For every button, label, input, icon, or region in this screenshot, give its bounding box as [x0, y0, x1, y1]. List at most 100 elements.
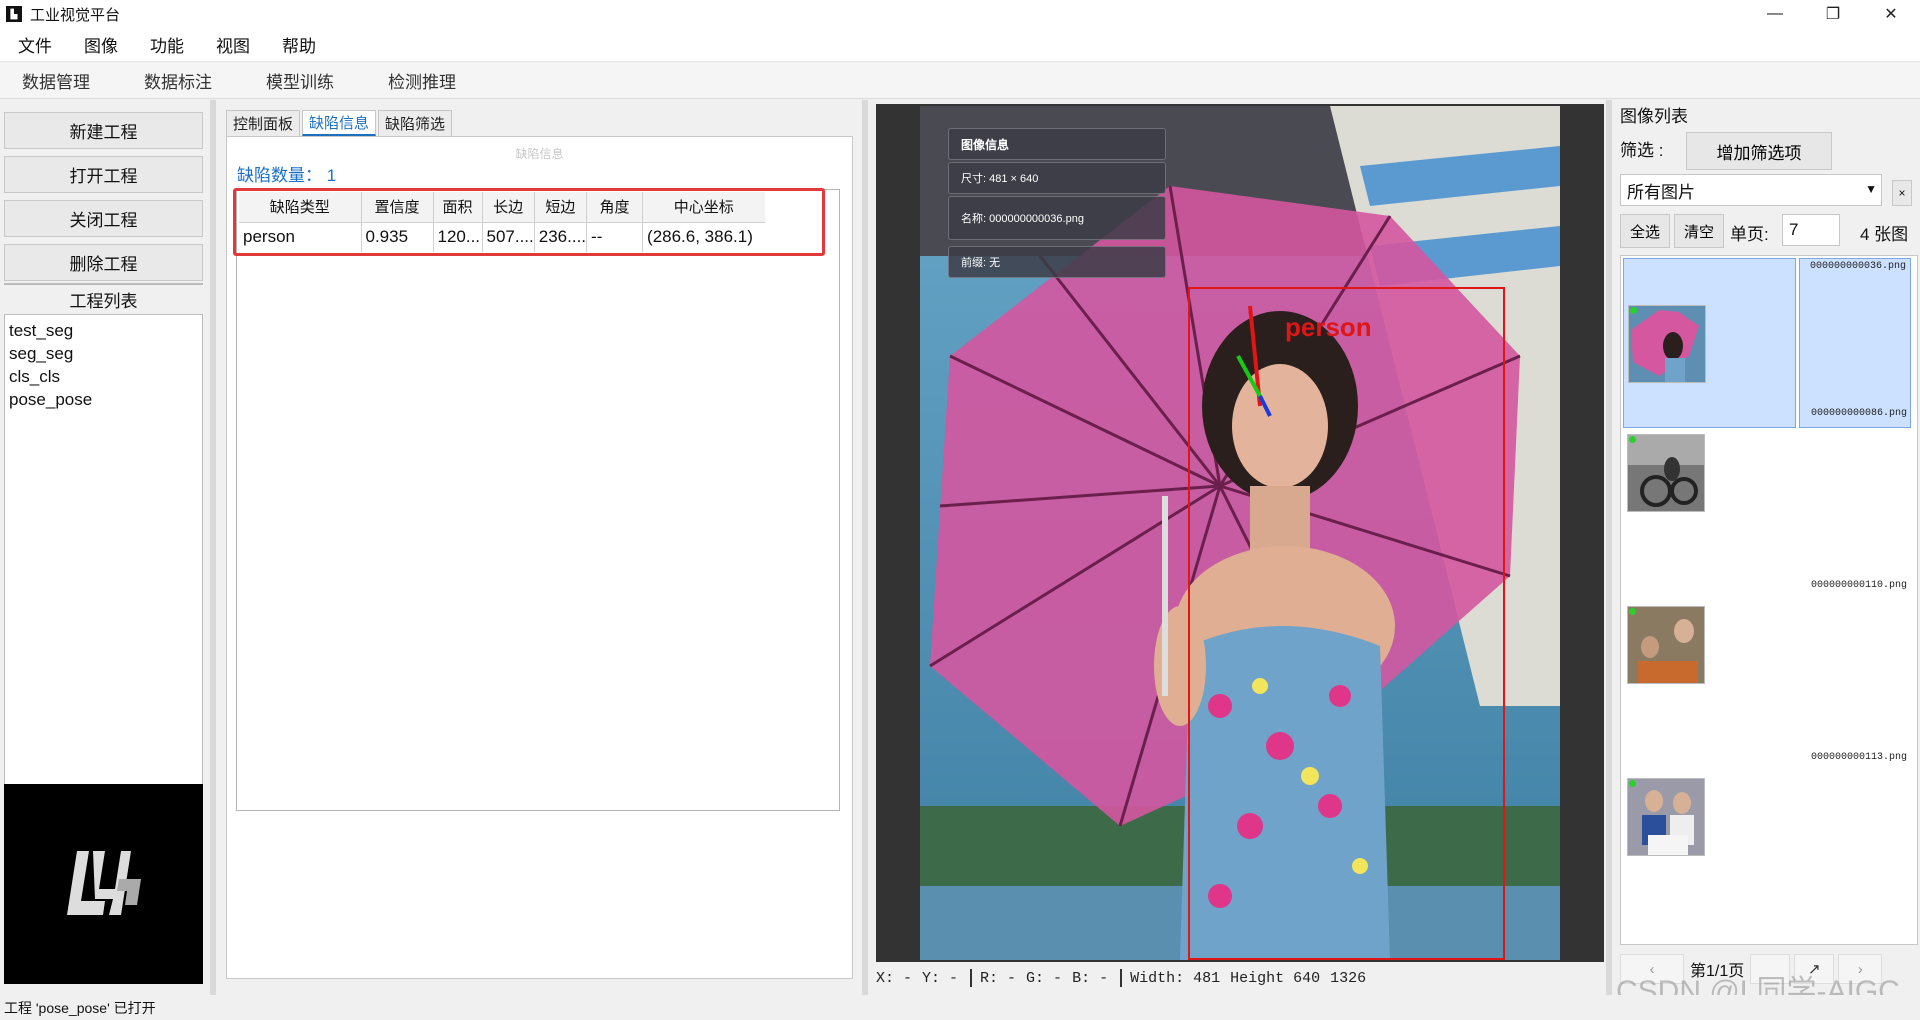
tab-model-training[interactable]: 模型训练 — [254, 68, 346, 93]
per-page-label: 单页: — [1730, 225, 1769, 244]
menu-function[interactable]: 功能 — [140, 32, 194, 57]
status-dot-icon — [1629, 436, 1636, 443]
list-item[interactable]: seg_seg — [9, 342, 198, 365]
maximize-button[interactable]: ❐ — [1804, 0, 1862, 28]
panel-tabs: 控制面板 缺陷信息 缺陷筛选 — [226, 110, 454, 136]
filter-label: 筛选 : — [1620, 141, 1664, 160]
tab-data-management[interactable]: 数据管理 — [10, 68, 102, 93]
group-caption: 缺陷信息 — [515, 147, 564, 161]
tab-detection-inference[interactable]: 检测推理 — [376, 68, 468, 93]
table-cell: 507.... — [482, 222, 535, 252]
per-page-input[interactable]: 7 — [1782, 214, 1840, 246]
image-size-info: 尺寸: 481 × 640 — [948, 162, 1166, 194]
thumbnail-image — [1627, 778, 1705, 856]
table-cell: 120... — [433, 222, 483, 252]
table-cell: person — [239, 222, 362, 252]
select-all-button[interactable]: 全选 — [1620, 214, 1670, 248]
defect-table[interactable]: 缺陷类型 置信度 面积 长边 短边 角度 中心坐标 person 0.935 1… — [239, 192, 765, 252]
thumbnail-filename: 000000000086.png — [1810, 408, 1907, 419]
left-splitter[interactable] — [210, 100, 216, 995]
app-logo — [4, 784, 203, 984]
column-header[interactable]: 角度 — [586, 192, 644, 223]
tab-control-panel[interactable]: 控制面板 — [226, 110, 301, 136]
column-header[interactable]: 短边 — [534, 192, 588, 223]
menu-view[interactable]: 视图 — [206, 32, 260, 57]
main-nav-tabs: 数据管理 数据标注 模型训练 检测推理 — [0, 63, 1920, 99]
image-list-panel: 图像列表 筛选 : 增加筛选项 所有图片 ▼ × 全选 清空 单页: 7 4 张… — [1612, 100, 1920, 995]
thumbnail-image — [1628, 305, 1706, 383]
column-header[interactable]: 中心坐标 — [642, 192, 765, 223]
cursor-x-readout: X: - — [876, 969, 913, 987]
new-project-button[interactable]: 新建工程 — [4, 112, 203, 149]
status-bar: 工程 'pose_pose' 已打开 — [0, 995, 1920, 1020]
image-width-readout: Width: 481 — [1130, 969, 1221, 987]
close-project-button[interactable]: 关闭工程 — [4, 200, 203, 237]
tab-defect-filter[interactable]: 缺陷筛选 — [378, 110, 453, 136]
filename-cell[interactable]: 000000000110.png — [1799, 578, 1911, 748]
filename-cell[interactable]: 000000000036.png — [1799, 258, 1911, 428]
menu-image[interactable]: 图像 — [74, 32, 128, 57]
status-dot-icon — [1629, 780, 1636, 787]
list-item[interactable]: cls_cls — [9, 365, 198, 388]
thumbnail-filename: 000000000036.png — [1809, 261, 1906, 272]
pixel-status-bar: X: - Y: - R: - G: - B: - Width: 481 Heig… — [876, 964, 1604, 992]
chevron-down-icon: ▼ — [1865, 182, 1877, 196]
list-item[interactable]: 000000000110.png — [1623, 580, 1913, 772]
list-item[interactable]: 000000000113.png — [1623, 752, 1913, 944]
defect-count: 缺陷数量： 1 — [237, 166, 337, 185]
list-item[interactable]: 000000000036.png — [1623, 258, 1913, 428]
app-icon: ▙ — [6, 6, 22, 22]
clear-filter-button[interactable]: × — [1892, 180, 1912, 206]
filename-cell[interactable]: 000000000113.png — [1799, 750, 1911, 920]
image-list-title: 图像列表 — [1620, 107, 1688, 126]
thumbnail-filename: 000000000110.png — [1810, 580, 1907, 591]
column-header[interactable]: 置信度 — [361, 192, 434, 223]
defect-table-container: 缺陷类型 置信度 面积 长边 短边 角度 中心坐标 person 0.935 1… — [236, 189, 840, 811]
status-dot-icon — [1629, 608, 1636, 615]
pixel-r-readout: R: - — [980, 969, 1017, 987]
thumbnail-filename: 000000000113.png — [1810, 752, 1907, 763]
column-header[interactable]: 长边 — [482, 192, 535, 223]
menu-file[interactable]: 文件 — [8, 32, 62, 57]
list-item[interactable]: test_seg — [9, 319, 198, 342]
close-button[interactable]: ✕ — [1862, 0, 1920, 28]
open-project-button[interactable]: 打开工程 — [4, 156, 203, 193]
thumbnail-cell[interactable] — [1623, 258, 1796, 428]
window-controls: — ❐ ✕ — [1746, 0, 1920, 28]
image-height-readout: Height 640 — [1230, 969, 1321, 987]
project-panel: 新建工程 打开工程 关闭工程 删除工程 工程列表 test_seg seg_se… — [0, 100, 210, 995]
detection-bounding-box — [1188, 287, 1505, 960]
add-filter-button[interactable]: 增加筛选项 — [1686, 132, 1832, 170]
table-cell: 0.935 — [361, 222, 434, 252]
clear-button[interactable]: 清空 — [1674, 214, 1724, 248]
divider — [970, 969, 973, 987]
list-item[interactable]: 000000000086.png — [1623, 408, 1913, 600]
divider — [1120, 969, 1123, 987]
tab-data-annotation[interactable]: 数据标注 — [132, 68, 224, 93]
thumbnail-image — [1627, 606, 1705, 684]
cursor-y-readout: Y: - — [922, 969, 959, 987]
thumbnail-cell[interactable] — [1623, 602, 1796, 772]
thumbnail-cell[interactable] — [1623, 774, 1796, 944]
minimize-button[interactable]: — — [1746, 0, 1804, 28]
table-cell: 236.... — [534, 222, 588, 252]
image-filter-select[interactable]: 所有图片 ▼ — [1620, 174, 1882, 206]
tab-defect-info[interactable]: 缺陷信息 — [302, 110, 377, 136]
status-dot-icon — [1630, 307, 1637, 314]
middle-splitter[interactable] — [862, 100, 868, 995]
image-count: 4 张图 — [1860, 225, 1909, 244]
menu-help[interactable]: 帮助 — [272, 32, 326, 57]
detection-label: person — [1285, 312, 1372, 342]
table-row[interactable]: person 0.935 120... 507.... 236.... -- (… — [239, 222, 765, 252]
column-header[interactable]: 缺陷类型 — [239, 192, 362, 223]
filename-cell[interactable]: 000000000086.png — [1799, 406, 1911, 576]
list-item[interactable]: pose_pose — [9, 388, 198, 411]
pixel-b-readout: B: - — [1072, 969, 1109, 987]
thumbnail-cell[interactable] — [1623, 430, 1796, 600]
image-thumbnail-list[interactable]: 000000000036.png 000000000086.png 000000… — [1620, 255, 1918, 945]
image-viewer[interactable]: 图像信息 尺寸: 481 × 640 名称: 000000000036.png … — [876, 104, 1604, 962]
detection-image[interactable]: 图像信息 尺寸: 481 × 640 名称: 000000000036.png … — [920, 106, 1560, 960]
status-message: 工程 'pose_pose' 已打开 — [4, 999, 156, 1016]
column-header[interactable]: 面积 — [433, 192, 483, 223]
delete-project-button[interactable]: 删除工程 — [4, 244, 203, 281]
